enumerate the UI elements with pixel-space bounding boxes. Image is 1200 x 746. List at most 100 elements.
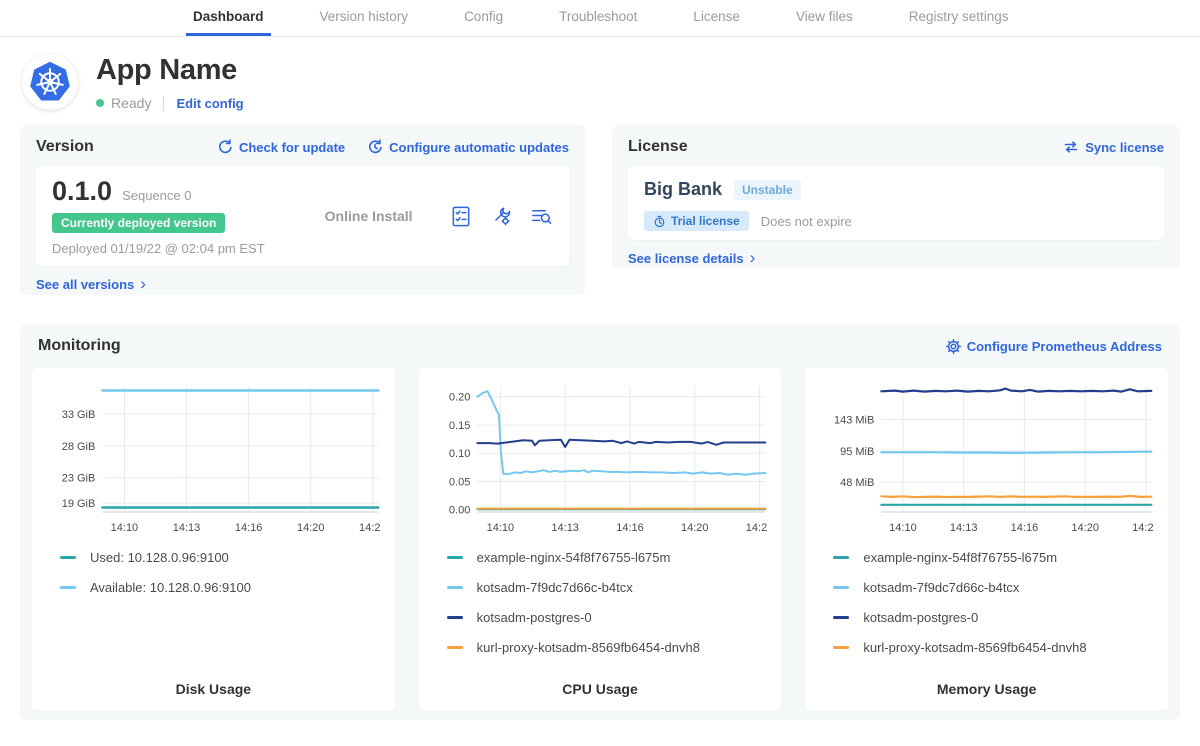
svg-text:14:13: 14:13: [551, 522, 579, 534]
svg-text:14:10: 14:10: [486, 522, 514, 534]
configure-prometheus-link[interactable]: Configure Prometheus Address: [946, 339, 1162, 354]
svg-text:143 MiB: 143 MiB: [834, 414, 874, 426]
legend-item: kotsadm-postgres-0: [447, 610, 768, 625]
monitoring-section: Monitoring Configure Prometheus Address …: [20, 325, 1180, 720]
legend-item: Available: 10.128.0.96:9100: [60, 580, 381, 595]
legend-color-dash: [833, 646, 849, 649]
deployed-timestamp: Deployed 01/19/22 @ 02:04 pm EST: [52, 241, 265, 256]
legend-color-dash: [447, 586, 463, 589]
current-version-panel: 0.1.0 Sequence 0 Currently deployed vers…: [36, 166, 569, 266]
disk-usage-chart: 33 GiB28 GiB23 GiB19 GiB14:1014:1314:161…: [46, 380, 381, 538]
tab-version-history[interactable]: Version history: [313, 0, 416, 36]
svg-text:14:13: 14:13: [950, 522, 978, 534]
tab-view-files[interactable]: View files: [789, 0, 860, 36]
legend-color-dash: [833, 586, 849, 589]
license-card-title: License: [628, 138, 688, 156]
refresh-icon: [217, 139, 233, 155]
disk-usage-legend: Used: 10.128.0.96:9100 Available: 10.128…: [60, 550, 381, 610]
cpu-usage-chart: 0.200.150.100.050.0014:1014:1314:1614:20…: [433, 380, 768, 538]
svg-text:48 MiB: 48 MiB: [840, 477, 874, 489]
channel-badge: Unstable: [734, 180, 801, 200]
legend-color-dash: [447, 616, 463, 619]
cpu-usage-card: 0.200.150.100.050.0014:1014:1314:1614:20…: [419, 368, 782, 711]
svg-text:28 GiB: 28 GiB: [62, 441, 96, 453]
kubernetes-icon: [28, 60, 72, 104]
tab-license[interactable]: License: [686, 0, 747, 36]
version-sequence: Sequence 0: [122, 188, 191, 203]
legend-item: kurl-proxy-kotsadm-8569fb6454-dnvh8: [833, 640, 1154, 655]
app-header: App Name Ready Edit config: [0, 37, 1200, 125]
svg-text:14:16: 14:16: [235, 522, 263, 534]
license-expiry: Does not expire: [761, 214, 852, 229]
tab-registry-settings[interactable]: Registry settings: [902, 0, 1016, 36]
chart-title: CPU Usage: [433, 681, 768, 701]
legend-item: kurl-proxy-kotsadm-8569fb6454-dnvh8: [447, 640, 768, 655]
legend-color-dash: [833, 616, 849, 619]
trial-license-badge: Trial license: [644, 211, 749, 231]
svg-text:23 GiB: 23 GiB: [62, 473, 96, 485]
legend-color-dash: [60, 556, 76, 559]
app-logo: [22, 54, 78, 110]
gear-icon: [946, 339, 961, 354]
version-card-title: Version: [36, 138, 94, 156]
legend-item: kotsadm-7f9dc7d66c-b4tcx: [447, 580, 768, 595]
page-title: App Name: [96, 54, 244, 87]
svg-text:14:16: 14:16: [616, 522, 644, 534]
preflight-checks-button[interactable]: [450, 205, 473, 228]
see-all-versions-link[interactable]: See all versions ›: [36, 277, 146, 292]
svg-text:19 GiB: 19 GiB: [62, 498, 96, 510]
svg-text:0.20: 0.20: [449, 392, 470, 404]
stopwatch-icon: [653, 215, 666, 228]
version-card: Version Check for update Configure au: [20, 125, 585, 295]
tab-config[interactable]: Config: [457, 0, 510, 36]
configure-automatic-updates-link[interactable]: Configure automatic updates: [367, 139, 569, 155]
version-number: 0.1.0: [52, 176, 112, 207]
disk-usage-card: 33 GiB28 GiB23 GiB19 GiB14:1014:1314:161…: [32, 368, 395, 711]
svg-text:33 GiB: 33 GiB: [62, 409, 96, 421]
divider: [163, 96, 164, 111]
monitoring-title: Monitoring: [38, 337, 121, 355]
wrench-gear-icon: [490, 205, 513, 228]
license-card: License Sync license Big Bank Unstable: [612, 125, 1180, 268]
status-dot: [96, 99, 104, 107]
license-name: Big Bank: [644, 179, 722, 200]
sync-license-link[interactable]: Sync license: [1063, 139, 1164, 155]
chart-title: Disk Usage: [46, 681, 381, 701]
clock-refresh-icon: [367, 139, 383, 155]
svg-text:14:23: 14:23: [1133, 522, 1155, 534]
svg-text:0.15: 0.15: [449, 420, 470, 432]
helm-wheel-icon: [35, 67, 65, 97]
svg-text:14:20: 14:20: [297, 522, 325, 534]
chevron-right-icon: ›: [140, 279, 146, 289]
legend-item: Used: 10.128.0.96:9100: [60, 550, 381, 565]
legend-item: kotsadm-postgres-0: [833, 610, 1154, 625]
cpu-usage-legend: example-nginx-54f8f76755-l675m kotsadm-7…: [447, 550, 768, 670]
svg-text:14:23: 14:23: [359, 522, 381, 534]
svg-text:14:20: 14:20: [681, 522, 709, 534]
legend-item: example-nginx-54f8f76755-l675m: [833, 550, 1154, 565]
legend-color-dash: [447, 556, 463, 559]
memory-usage-card: 143 MiB95 MiB48 MiB14:1014:1314:1614:201…: [805, 368, 1168, 711]
check-for-update-link[interactable]: Check for update: [217, 139, 345, 155]
tab-troubleshoot[interactable]: Troubleshoot: [552, 0, 644, 36]
svg-text:14:10: 14:10: [890, 522, 918, 534]
top-nav: Dashboard Version history Config Trouble…: [0, 0, 1200, 37]
legend-item: example-nginx-54f8f76755-l675m: [447, 550, 768, 565]
legend-color-dash: [60, 586, 76, 589]
svg-text:14:13: 14:13: [173, 522, 201, 534]
see-license-details-link[interactable]: See license details ›: [628, 251, 755, 266]
svg-text:14:20: 14:20: [1072, 522, 1100, 534]
edit-config-link[interactable]: Edit config: [176, 96, 243, 111]
view-diff-button[interactable]: [530, 205, 553, 228]
chart-title: Memory Usage: [819, 681, 1154, 701]
svg-text:0.05: 0.05: [449, 476, 470, 488]
license-panel: Big Bank Unstable Trial license Does not…: [628, 166, 1164, 240]
svg-text:95 MiB: 95 MiB: [840, 446, 874, 458]
legend-item: kotsadm-7f9dc7d66c-b4tcx: [833, 580, 1154, 595]
tab-dashboard[interactable]: Dashboard: [186, 0, 271, 36]
edit-config-button[interactable]: [490, 205, 513, 228]
checklist-icon: [450, 205, 473, 228]
install-type: Online Install: [325, 208, 413, 224]
legend-color-dash: [833, 556, 849, 559]
sync-arrows-icon: [1063, 139, 1079, 155]
